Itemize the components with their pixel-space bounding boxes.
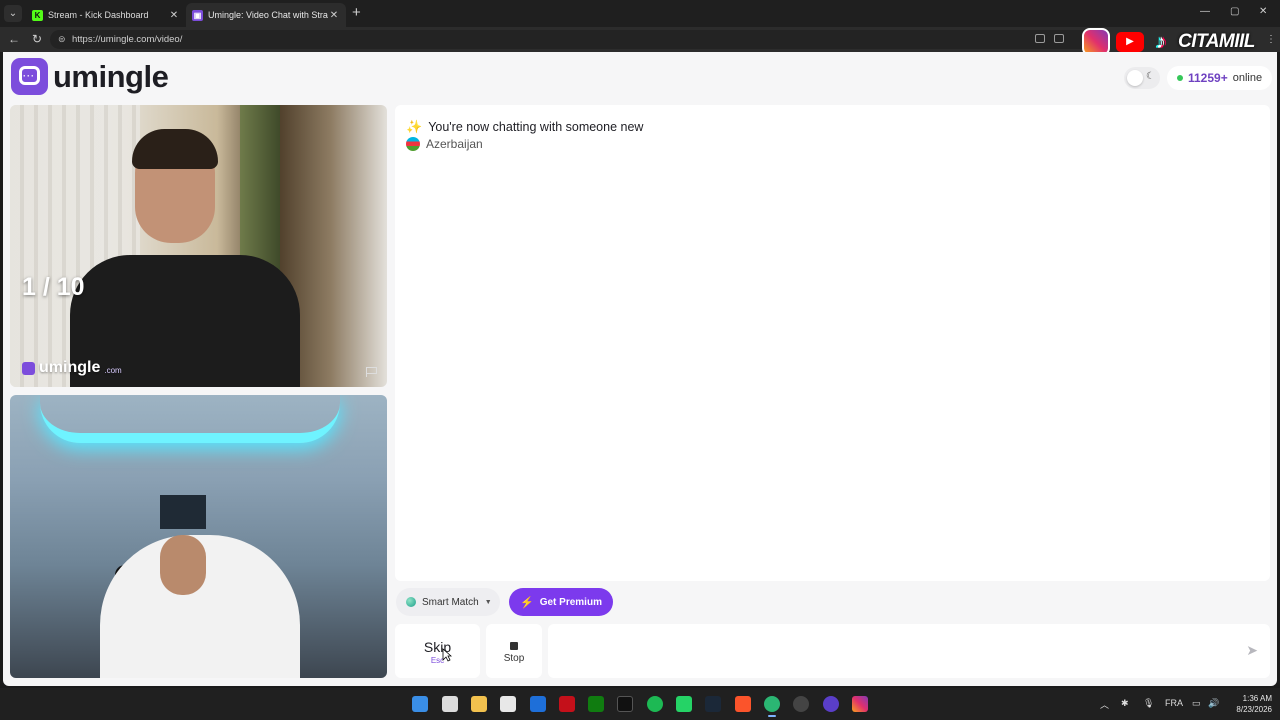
edge-icon[interactable] bbox=[764, 696, 780, 717]
chat-bubble-icon: ··· bbox=[11, 58, 48, 95]
store-icon[interactable] bbox=[500, 696, 516, 712]
moon-icon: ☾ bbox=[1146, 71, 1155, 82]
online-counter: 11259+ online bbox=[1167, 66, 1273, 90]
premium-label: Get Premium bbox=[539, 596, 602, 608]
mouse-cursor-icon bbox=[442, 648, 452, 662]
kick-icon: K bbox=[32, 9, 43, 21]
camera-icon[interactable] bbox=[1035, 34, 1045, 43]
tab-kick-dashboard[interactable]: K Stream - Kick Dashboard ✕ bbox=[26, 3, 186, 27]
stop-icon bbox=[510, 642, 518, 650]
os-taskbar: ︿ ✱ 🎙 FRA ▭ 🔊 1:36 AM 8/23/2026 bbox=[0, 688, 1280, 720]
windows-start-icon[interactable] bbox=[412, 696, 428, 712]
local-video bbox=[10, 395, 387, 678]
brave-icon[interactable] bbox=[735, 696, 751, 712]
get-premium-button[interactable]: ⚡ Get Premium bbox=[509, 588, 613, 616]
url-field[interactable]: ⊜ https://umingle.com/video/ bbox=[50, 30, 1090, 49]
globe-icon bbox=[406, 597, 416, 607]
spotify-icon[interactable] bbox=[647, 696, 663, 712]
close-tab-icon[interactable]: ✕ bbox=[328, 10, 340, 21]
tray-chevron-icon[interactable]: ︿ bbox=[1100, 698, 1109, 711]
send-icon[interactable]: ➤ bbox=[1246, 642, 1258, 659]
reader-mode-icon[interactable] bbox=[1054, 34, 1064, 43]
app-icon[interactable] bbox=[823, 696, 839, 712]
watermark-suffix: .com bbox=[104, 366, 122, 375]
skip-label: Skip bbox=[423, 639, 452, 655]
umingle-icon: ▣ bbox=[192, 9, 203, 21]
site-info-icon[interactable]: ⊜ bbox=[58, 30, 66, 49]
local-person bbox=[160, 535, 206, 595]
video-background bbox=[40, 395, 340, 443]
task-view-icon[interactable] bbox=[442, 696, 458, 712]
close-tab-icon[interactable]: ✕ bbox=[168, 10, 180, 21]
message-input[interactable] bbox=[556, 632, 1226, 670]
more-menu-icon[interactable]: ⋮ bbox=[1266, 34, 1276, 45]
brand-logo[interactable]: ··· umingle bbox=[11, 58, 169, 95]
clock-date: 8/23/2026 bbox=[1236, 705, 1272, 714]
tab-list-chevron-icon[interactable]: ⌄ bbox=[4, 5, 22, 22]
chat-panel: ✨ You're now chatting with someone new A… bbox=[395, 105, 1270, 581]
tab-title: Umingle: Video Chat with Stra bbox=[208, 10, 328, 20]
report-flag-icon[interactable] bbox=[366, 367, 377, 377]
back-arrow-icon[interactable]: ← bbox=[8, 32, 20, 46]
azerbaijan-flag-icon bbox=[406, 137, 420, 151]
smart-match-label: Smart Match bbox=[422, 596, 479, 608]
tiktok-icon[interactable] bbox=[617, 696, 633, 712]
netflix-icon[interactable] bbox=[559, 696, 575, 712]
brand-name: umingle bbox=[53, 58, 169, 94]
steam-icon[interactable] bbox=[705, 696, 721, 712]
maximize-icon[interactable]: ▢ bbox=[1230, 6, 1239, 17]
xbox-icon[interactable] bbox=[588, 696, 604, 712]
new-tab-plus-icon[interactable]: + bbox=[352, 5, 361, 21]
instagram-icon[interactable] bbox=[852, 696, 868, 712]
sparkle-icon: ✨ bbox=[406, 119, 423, 134]
bolt-icon: ⚡ bbox=[520, 596, 534, 609]
volume-icon[interactable]: 🔊 bbox=[1208, 698, 1219, 709]
video-background bbox=[160, 495, 206, 529]
partner-country: Azerbaijan bbox=[406, 137, 483, 151]
video-watermark: umingle .com bbox=[22, 359, 122, 377]
file-explorer-icon[interactable] bbox=[471, 696, 487, 712]
remote-person bbox=[132, 129, 218, 169]
online-count: 11259+ bbox=[1188, 71, 1228, 85]
taskbar-clock[interactable]: 1:36 AM 8/23/2026 bbox=[1226, 693, 1272, 715]
remote-video: 1 / 10 umingle .com bbox=[10, 105, 387, 387]
url-text: https://umingle.com/video/ bbox=[72, 34, 183, 45]
youtube-icon: ▶ bbox=[1116, 32, 1144, 52]
theme-toggle[interactable]: ☾ bbox=[1124, 67, 1160, 89]
country-name: Azerbaijan bbox=[426, 137, 483, 151]
match-counter: 1 / 10 bbox=[22, 273, 85, 301]
tab-umingle[interactable]: ▣ Umingle: Video Chat with Stra ✕ bbox=[186, 3, 346, 27]
stop-label: Stop bbox=[503, 653, 525, 664]
smart-match-dropdown[interactable]: Smart Match ▼ bbox=[396, 588, 500, 616]
online-status-dot bbox=[1177, 75, 1183, 81]
system-message: ✨ You're now chatting with someone new bbox=[406, 119, 643, 135]
brightness-icon[interactable]: ✱ bbox=[1121, 698, 1129, 709]
browser-tabstrip: ⌄ K Stream - Kick Dashboard ✕ ▣ Umingle:… bbox=[0, 0, 1280, 27]
minimize-icon[interactable]: — bbox=[1200, 6, 1210, 17]
stop-button[interactable]: Stop bbox=[486, 624, 542, 678]
language-indicator[interactable]: FRA bbox=[1165, 698, 1183, 708]
microphone-icon[interactable]: 🎙 bbox=[1143, 698, 1154, 709]
watermark-text: umingle bbox=[39, 359, 101, 376]
mail-icon[interactable] bbox=[530, 696, 546, 712]
umingle-icon bbox=[22, 361, 35, 375]
system-message-text: You're now chatting with someone new bbox=[428, 120, 644, 134]
close-window-icon[interactable]: ✕ bbox=[1259, 6, 1267, 17]
skip-shortcut-hint: Esc bbox=[430, 656, 445, 665]
obs-icon[interactable] bbox=[793, 696, 809, 712]
whatsapp-icon[interactable] bbox=[676, 696, 692, 712]
network-icon[interactable]: ▭ bbox=[1192, 698, 1201, 709]
clock-time: 1:36 AM bbox=[1242, 694, 1272, 703]
online-label: online bbox=[1232, 72, 1263, 84]
caret-down-icon: ▼ bbox=[484, 598, 492, 606]
skip-button[interactable]: Skip Esc bbox=[395, 624, 480, 678]
toggle-knob bbox=[1127, 70, 1143, 86]
overlay-name: CITAMIIL bbox=[1178, 31, 1255, 52]
message-box: ➤ bbox=[548, 624, 1270, 678]
reload-icon[interactable]: ↻ bbox=[32, 32, 42, 46]
tab-title: Stream - Kick Dashboard bbox=[48, 10, 149, 20]
